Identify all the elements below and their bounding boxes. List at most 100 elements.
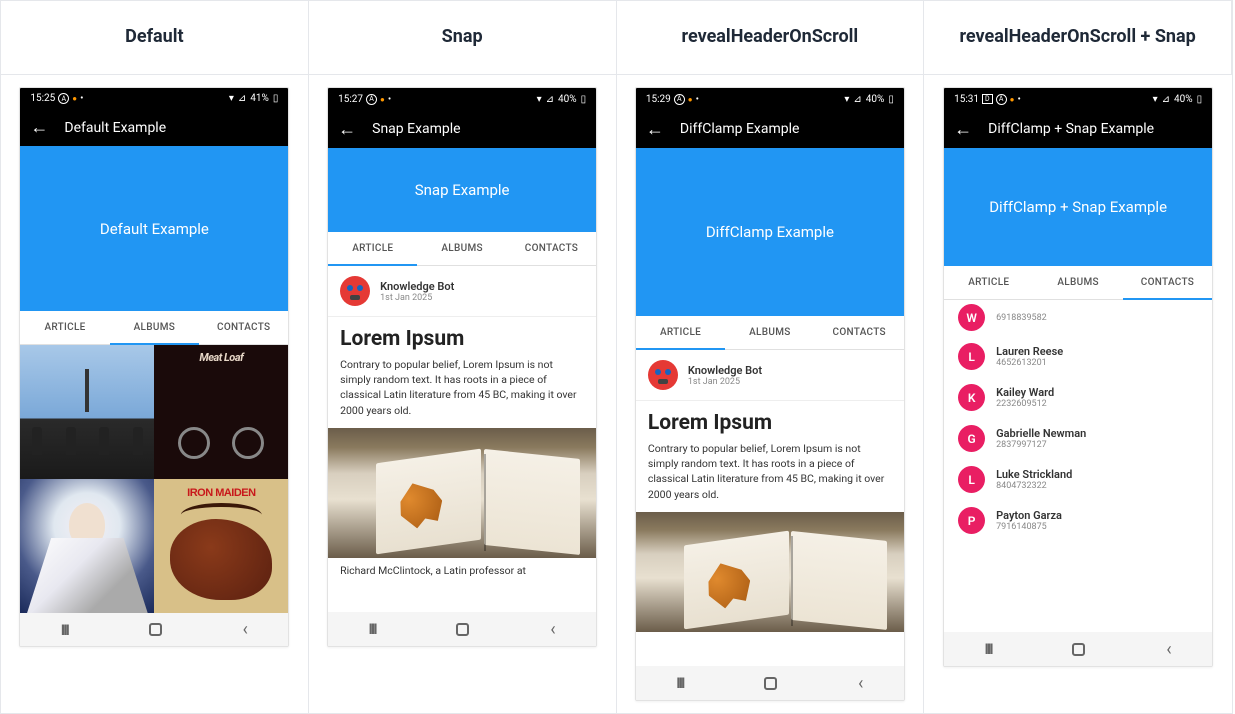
status-more-icon: • xyxy=(696,94,699,105)
battery-text: 40% xyxy=(866,94,885,105)
tab-article[interactable]: ARTICLE xyxy=(636,316,725,349)
nav-recents-icon[interactable]: III xyxy=(676,674,683,692)
author-row: Knowledge Bot 1st Jan 2025 xyxy=(636,350,904,401)
album-homogenic[interactable] xyxy=(20,479,154,613)
nav-recents-icon[interactable]: III xyxy=(985,640,992,658)
app-title: DiffClamp Example xyxy=(680,121,800,137)
tab-article[interactable]: ARTICLE xyxy=(20,311,109,344)
tab-albums[interactable]: ALBUMS xyxy=(1033,266,1122,299)
tab-contacts[interactable]: CONTACTS xyxy=(199,311,288,344)
nav-home-icon[interactable] xyxy=(456,623,469,636)
tab-article[interactable]: ARTICLE xyxy=(944,266,1033,299)
album-title: Meat Loaf xyxy=(154,351,288,364)
nav-recents-icon[interactable]: III xyxy=(61,621,68,639)
nav-back-icon[interactable]: ‹ xyxy=(243,619,248,640)
article-title: Lorem Ipsum xyxy=(636,401,904,441)
tab-albums[interactable]: ALBUMS xyxy=(110,311,199,344)
nav-bar: III ‹ xyxy=(636,666,904,700)
tab-contacts[interactable]: CONTACTS xyxy=(507,232,596,265)
clock: 15:27 xyxy=(338,94,363,105)
article-image xyxy=(636,512,904,632)
back-arrow-icon[interactable]: ← xyxy=(338,119,356,140)
tab-bar: ARTICLE ALBUMS CONTACTS xyxy=(636,316,904,350)
nav-home-icon[interactable] xyxy=(1072,643,1085,656)
tab-contacts[interactable]: CONTACTS xyxy=(1123,266,1212,299)
wifi-icon: ▾ xyxy=(229,93,234,104)
contact-info: Kailey Ward2232609512 xyxy=(996,386,1054,409)
status-dot-icon: ● xyxy=(1010,95,1015,104)
album-meat-loaf[interactable]: Meat Loaf xyxy=(154,345,288,479)
contact-row[interactable]: GGabrielle Newman2837997127 xyxy=(944,418,1212,459)
cell-diffclamp: 15:29 A ● • ▾ ⊿ 40% ▯ ← DiffClamp Exampl… xyxy=(617,75,925,713)
back-arrow-icon[interactable]: ← xyxy=(954,119,972,140)
contact-list[interactable]: W 6918839582 L Lauren Reese4652613201 KKaile… xyxy=(944,300,1212,541)
contact-row[interactable]: L Lauren Reese4652613201 xyxy=(944,336,1212,377)
album-grid[interactable]: Meat Loaf IRON MAIDEN xyxy=(20,345,288,613)
nav-home-icon[interactable] xyxy=(764,677,777,690)
status-dot-icon: ● xyxy=(380,95,385,104)
hero-text: DiffClamp Example xyxy=(706,223,834,241)
app-bar: ← Snap Example xyxy=(328,110,596,148)
tab-article[interactable]: ARTICLE xyxy=(328,232,417,265)
contact-avatar: W xyxy=(958,304,985,331)
nav-back-icon[interactable]: ‹ xyxy=(550,619,555,640)
nav-bar: III ‹ xyxy=(328,612,596,646)
phone-frame: 15:27 A ● • ▾ ⊿ 40% ▯ ← Snap Example Sna… xyxy=(327,87,597,647)
tab-albums[interactable]: ALBUMS xyxy=(417,232,506,265)
contact-avatar: L xyxy=(958,343,985,370)
tab-albums[interactable]: ALBUMS xyxy=(725,316,814,349)
app-bar: ← DiffClamp Example xyxy=(636,110,904,148)
app-title: DiffClamp + Snap Example xyxy=(988,121,1154,137)
app-bar: ← DiffClamp + Snap Example xyxy=(944,110,1212,148)
contact-row[interactable]: KKailey Ward2232609512 xyxy=(944,377,1212,418)
contact-name: Gabrielle Newman xyxy=(996,427,1086,440)
status-bar: 15:31 D A ● • ▾ ⊿ 40% ▯ xyxy=(944,88,1212,110)
battery-icon: ▯ xyxy=(273,93,279,104)
column-title: revealHeaderOnScroll xyxy=(682,25,859,49)
status-right: ▾ ⊿ 40% ▯ xyxy=(537,94,587,105)
status-left: 15:31 D A ● • xyxy=(954,94,1021,105)
contact-info: Payton Garza7916140875 xyxy=(996,509,1062,532)
contact-row[interactable]: PPayton Garza7916140875 xyxy=(944,500,1212,541)
battery-icon: ▯ xyxy=(581,94,587,105)
contact-row[interactable]: W 6918839582 xyxy=(944,304,1212,336)
back-arrow-icon[interactable]: ← xyxy=(646,119,664,140)
status-left: 15:29 A ● • xyxy=(646,94,699,105)
nav-recents-icon[interactable]: III xyxy=(369,620,376,638)
status-more-icon: • xyxy=(1017,94,1020,105)
status-bar: 15:29 A ● • ▾ ⊿ 40% ▯ xyxy=(636,88,904,110)
column-title: Snap xyxy=(442,25,483,49)
article-body: Contrary to popular belief, Lorem Ipsum … xyxy=(328,357,596,428)
nav-home-icon[interactable] xyxy=(149,623,162,636)
contact-number: 4652613201 xyxy=(996,358,1063,368)
comparison-grid: Default Snap revealHeaderOnScroll reveal… xyxy=(0,0,1233,714)
status-dot-icon: ● xyxy=(688,95,693,104)
nav-back-icon[interactable]: ‹ xyxy=(858,673,863,694)
cell-snap: 15:27 A ● • ▾ ⊿ 40% ▯ ← Snap Example Sna… xyxy=(309,75,617,713)
album-iron-maiden[interactable]: IRON MAIDEN xyxy=(154,479,288,613)
status-pill-icon: A xyxy=(366,94,377,105)
battery-icon: ▯ xyxy=(1197,94,1203,105)
contact-row[interactable]: LLuke Strickland8404732322 xyxy=(944,459,1212,500)
tab-contacts[interactable]: CONTACTS xyxy=(815,316,904,349)
battery-icon: ▯ xyxy=(888,94,894,105)
tab-bar: ARTICLE ALBUMS CONTACTS xyxy=(328,232,596,266)
nav-bar: III ‹ xyxy=(944,632,1212,666)
signal-icon: ⊿ xyxy=(853,94,861,105)
wifi-icon: ▾ xyxy=(537,94,542,105)
contact-number: 2232609512 xyxy=(996,399,1054,409)
column-header: Snap xyxy=(309,1,617,75)
battery-text: 41% xyxy=(250,93,269,104)
album-abbey-road[interactable] xyxy=(20,345,154,479)
hero-banner: Snap Example xyxy=(328,148,596,232)
nav-back-icon[interactable]: ‹ xyxy=(1166,639,1171,660)
column-header: revealHeaderOnScroll + Snap xyxy=(924,1,1232,75)
column-title: revealHeaderOnScroll + Snap xyxy=(959,25,1195,49)
column-header: revealHeaderOnScroll xyxy=(617,1,925,75)
contact-number: 6918839582 xyxy=(996,313,1047,323)
contact-info: Lauren Reese4652613201 xyxy=(996,345,1063,368)
status-square-icon: D xyxy=(982,94,993,104)
phone-frame: 15:29 A ● • ▾ ⊿ 40% ▯ ← DiffClamp Exampl… xyxy=(635,87,905,701)
back-arrow-icon[interactable]: ← xyxy=(30,117,48,138)
author-info: Knowledge Bot 1st Jan 2025 xyxy=(688,364,762,387)
